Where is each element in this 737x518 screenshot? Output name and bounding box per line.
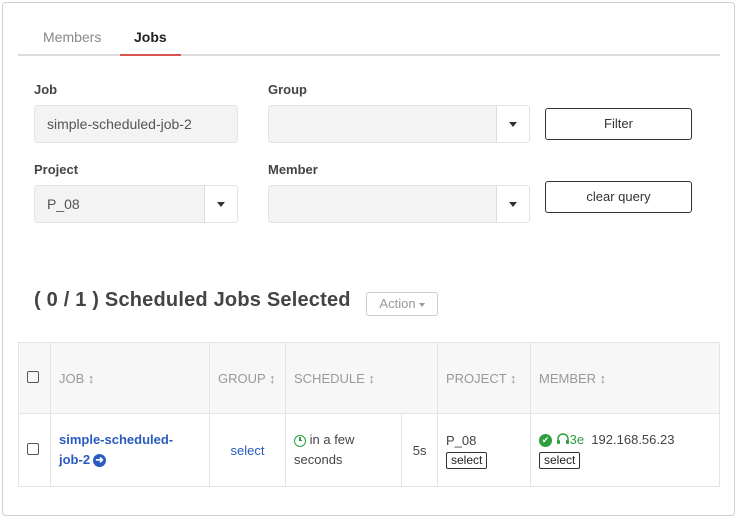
tab-jobs[interactable]: Jobs bbox=[120, 22, 181, 56]
project-column-header[interactable]: PROJECT ↕ bbox=[437, 342, 531, 414]
member-code[interactable]: 3e bbox=[570, 432, 584, 447]
job-input[interactable]: simple-scheduled-job-2 bbox=[34, 105, 238, 143]
schedule-line1: in a few bbox=[309, 432, 355, 447]
member-cell: ✔ 3e 192.168.56.23 select bbox=[530, 413, 720, 487]
job-name-part2: job-2 bbox=[59, 452, 91, 467]
project-select[interactable]: P_08 bbox=[34, 185, 238, 223]
member-select-value bbox=[269, 196, 281, 212]
row-select-cell bbox=[18, 413, 51, 487]
member-select[interactable] bbox=[268, 185, 530, 223]
jobs-table: JOB ↕ GROUP ↕ SCHEDULE ↕ PROJECT ↕ MEMBE… bbox=[18, 342, 720, 487]
clock-icon bbox=[294, 434, 306, 447]
project-cell: P_08 select bbox=[437, 413, 531, 487]
tab-bar: Members Jobs bbox=[18, 22, 720, 56]
chevron-down-icon[interactable] bbox=[496, 106, 529, 142]
member-ip: 192.168.56.23 bbox=[591, 432, 675, 448]
project-label: Project bbox=[34, 162, 79, 177]
group-cell: select bbox=[209, 413, 286, 487]
action-label: Action bbox=[379, 296, 416, 311]
select-all-checkbox[interactable] bbox=[27, 370, 39, 383]
member-select-button[interactable]: select bbox=[539, 451, 581, 469]
job-link[interactable]: simple-scheduled- job-2 ➜ bbox=[59, 430, 201, 470]
chevron-down-icon[interactable] bbox=[204, 186, 237, 222]
headphone-icon bbox=[556, 432, 570, 450]
caret-down-icon bbox=[418, 302, 425, 307]
group-select[interactable] bbox=[268, 105, 530, 143]
job-cell: simple-scheduled- job-2 ➜ bbox=[50, 413, 210, 487]
group-label: Group bbox=[268, 82, 307, 97]
interval-cell: 5s bbox=[401, 413, 438, 487]
schedule-column-header[interactable]: SCHEDULE ↕ bbox=[285, 342, 438, 414]
schedule-line2: seconds bbox=[294, 452, 343, 467]
project-value: P_08 bbox=[446, 432, 477, 448]
table-header-row: JOB ↕ GROUP ↕ SCHEDULE ↕ PROJECT ↕ MEMBE… bbox=[18, 342, 720, 414]
interval-value: 5s bbox=[412, 442, 427, 458]
table-row: simple-scheduled- job-2 ➜ select in a few… bbox=[18, 413, 720, 487]
selection-heading: ( 0 / 1 ) Scheduled Jobs Selected bbox=[34, 289, 351, 311]
select-all-cell bbox=[18, 342, 51, 414]
member-label: Member bbox=[268, 162, 318, 177]
job-label: Job bbox=[34, 82, 58, 97]
group-select-value bbox=[269, 116, 281, 132]
group-column-header[interactable]: GROUP ↕ bbox=[209, 342, 286, 414]
job-column-header[interactable]: JOB ↕ bbox=[50, 342, 210, 414]
group-select-link[interactable]: select bbox=[231, 443, 265, 458]
clear-query-button[interactable]: clear query bbox=[545, 181, 692, 213]
check-circle-icon: ✔ bbox=[539, 434, 552, 448]
job-name-part1: simple-scheduled- bbox=[59, 432, 174, 447]
arrow-right-circle-icon[interactable]: ➜ bbox=[93, 454, 107, 468]
action-dropdown-button[interactable]: Action bbox=[366, 292, 438, 316]
schedule-cell: in a few seconds bbox=[284, 413, 403, 487]
row-checkbox[interactable] bbox=[27, 442, 39, 455]
project-select-value: P_08 bbox=[47, 196, 80, 212]
chevron-down-icon[interactable] bbox=[496, 186, 529, 222]
tab-members[interactable]: Members bbox=[43, 22, 101, 54]
filter-button[interactable]: Filter bbox=[545, 108, 692, 140]
project-select-button[interactable]: select bbox=[446, 451, 488, 469]
member-column-header[interactable]: MEMBER ↕ bbox=[530, 342, 720, 414]
